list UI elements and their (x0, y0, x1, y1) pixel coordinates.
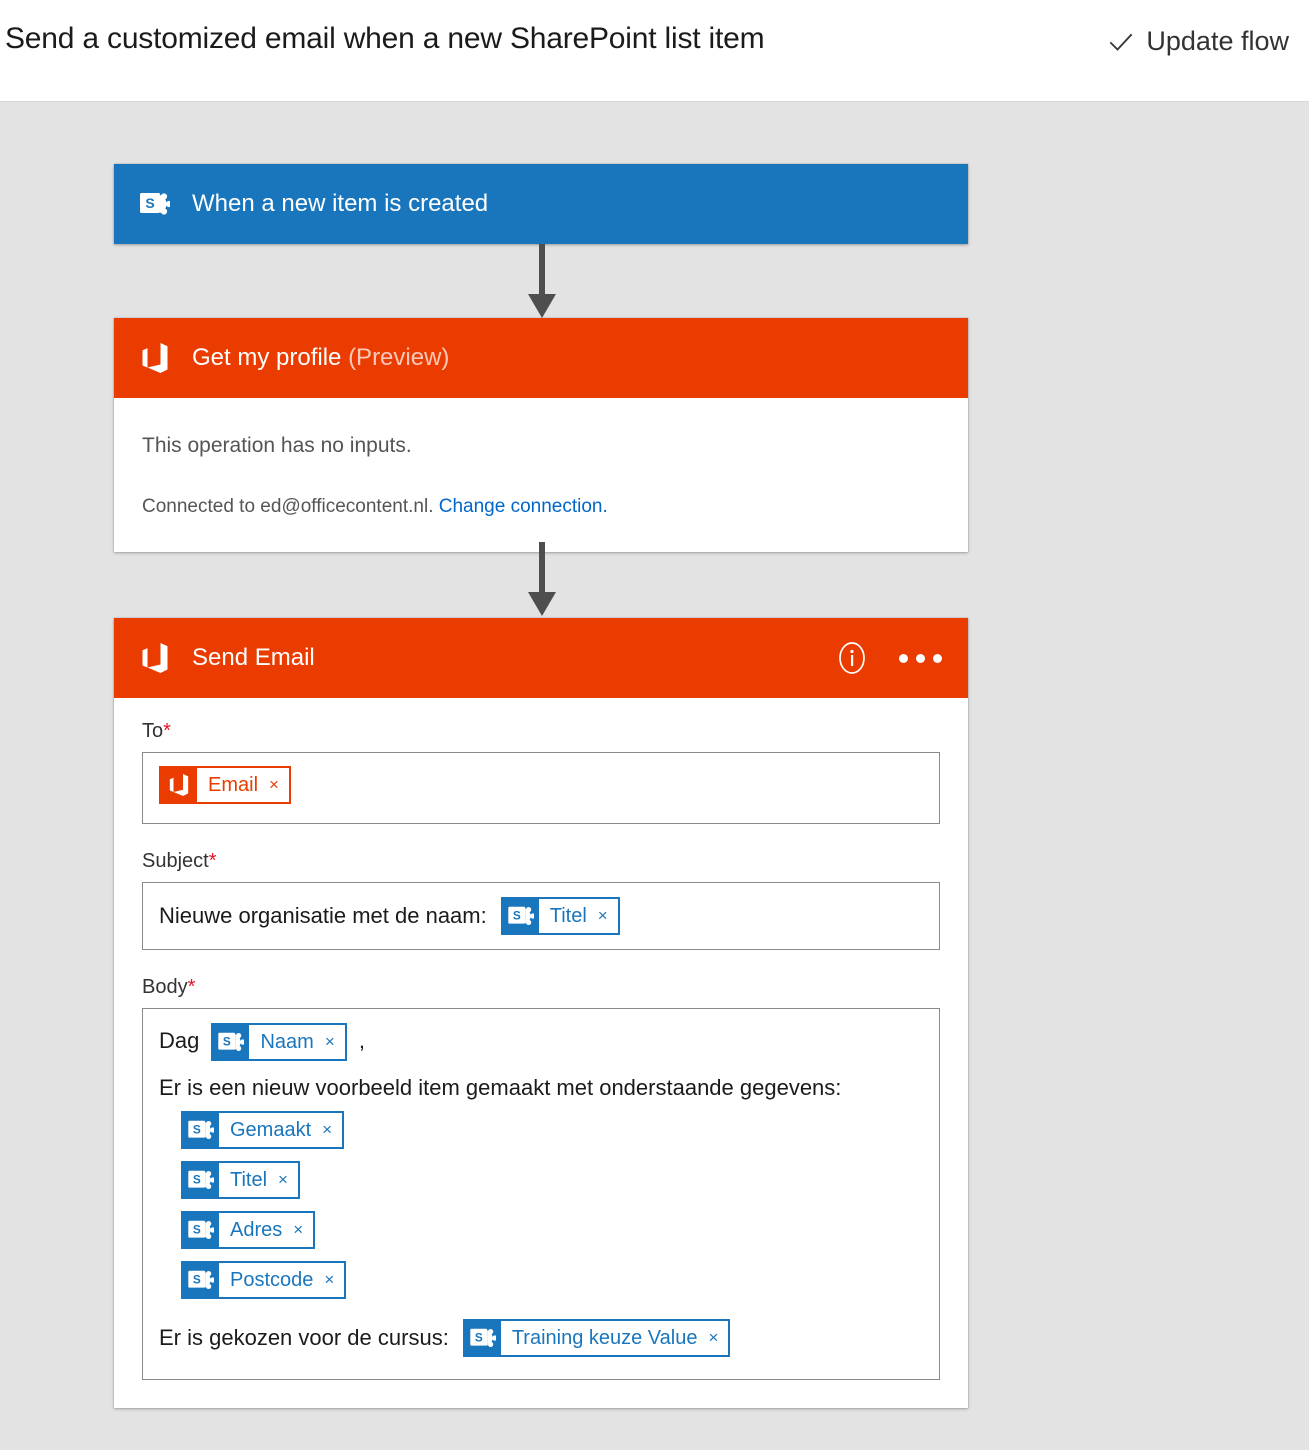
sharepoint-icon: S (183, 1213, 219, 1247)
connected-to-text: Connected to ed@officecontent.nl. (142, 496, 434, 517)
connector-arrow-1 (527, 244, 557, 320)
token-email[interactable]: Email × (159, 766, 291, 804)
svg-text:S: S (475, 1330, 483, 1344)
no-inputs-text: This operation has no inputs. (142, 434, 412, 457)
token-adres[interactable]: S Adres × (181, 1211, 316, 1249)
token-titel-body[interactable]: S Titel × (181, 1161, 300, 1199)
token-training-keuze-value[interactable]: S Training keuze Value × (462, 1319, 731, 1357)
send-email-header-actions (835, 618, 946, 698)
token-titel-subject[interactable]: S Titel × (500, 897, 620, 935)
svg-text:S: S (193, 1122, 201, 1136)
connection-status: Connected to ed@officecontent.nl. Change… (114, 458, 968, 552)
token-remove-icon[interactable]: × (322, 1120, 332, 1140)
sharepoint-icon: S (183, 1113, 219, 1147)
send-email-card-title: Send Email (192, 644, 315, 671)
sharepoint-icon: S (213, 1025, 250, 1059)
token-remove-icon[interactable]: × (325, 1025, 335, 1059)
token-gemaakt[interactable]: S Gemaakt × (181, 1111, 345, 1149)
flow-card-send-email[interactable]: Send Email To* Email × Subject* Nieuwe o… (114, 618, 968, 1408)
page-title: Send a customized email when a new Share… (5, 22, 765, 55)
flow-card-trigger[interactable]: S When a new item is created (114, 164, 968, 244)
svg-text:S: S (513, 908, 521, 922)
trigger-card-title: When a new item is created (192, 190, 489, 217)
body-greeting-suffix: , (358, 1027, 366, 1053)
svg-text:S: S (223, 1034, 231, 1048)
body-input[interactable]: Dag S Naam × , Er is een nieuw voorbeeld… (142, 1008, 940, 1380)
token-label: Titel (549, 904, 587, 927)
token-postcode[interactable]: S Postcode × (181, 1261, 347, 1299)
field-subject-label: Subject* (142, 850, 217, 872)
svg-text:S: S (145, 195, 154, 211)
send-email-card-body: To* Email × Subject* Nieuwe organisatie … (114, 720, 968, 1380)
office365-icon (140, 642, 170, 674)
ellipsis-icon[interactable] (895, 646, 946, 671)
body-greeting-line: Dag S Naam × , (159, 1023, 923, 1061)
sharepoint-icon: S (464, 1321, 501, 1355)
token-remove-icon[interactable]: × (708, 1328, 718, 1348)
required-marker: * (208, 850, 217, 872)
update-flow-label: Update flow (1146, 26, 1289, 56)
sharepoint-icon: S (183, 1163, 219, 1197)
token-label: Naam (260, 1031, 314, 1053)
field-to-label: To* (142, 720, 171, 742)
token-remove-icon[interactable]: × (278, 1170, 288, 1190)
sharepoint-icon: S (502, 899, 539, 933)
body-greeting-prefix: Dag (159, 1027, 200, 1053)
subject-input[interactable]: Nieuwe organisatie met de naam: S Titel … (142, 882, 940, 950)
token-label: Email (208, 773, 259, 796)
body-closing-line: Er is gekozen voor de cursus: S Training… (159, 1319, 923, 1357)
required-marker: * (163, 720, 171, 742)
preview-badge: (Preview) (348, 344, 450, 371)
token-label: Adres (230, 1218, 283, 1241)
body-token-list: S Gemaakt × S Titel × S Adres × S Postco… (159, 1111, 923, 1311)
office365-icon (140, 342, 170, 374)
profile-card-header[interactable]: Get my profile (Preview) (114, 318, 968, 398)
flow-card-get-my-profile[interactable]: Get my profile (Preview) This operation … (114, 318, 968, 552)
token-naam[interactable]: S Naam × (211, 1023, 347, 1061)
required-marker: * (187, 976, 196, 998)
app-header: Send a customized email when a new Share… (0, 0, 1309, 102)
token-remove-icon[interactable]: × (293, 1220, 303, 1240)
field-to: To* Email × (114, 720, 968, 824)
to-input[interactable]: Email × (142, 752, 940, 824)
svg-text:S: S (193, 1222, 201, 1236)
change-connection-link[interactable]: Change connection. (439, 496, 608, 517)
svg-text:S: S (193, 1172, 201, 1186)
sharepoint-icon: S (183, 1263, 219, 1297)
profile-card-body: This operation has no inputs. Connected … (114, 398, 968, 552)
token-label: Gemaakt (230, 1118, 312, 1141)
profile-card-title: Get my profile (Preview) (192, 344, 450, 371)
token-remove-icon[interactable]: × (269, 775, 279, 795)
field-body: Body* Dag S Naam × , Er is een nieuw voo… (114, 976, 968, 1380)
token-label: Postcode (230, 1268, 314, 1291)
body-paragraph: Er is een nieuw voorbeeld item gemaakt m… (159, 1075, 842, 1100)
sharepoint-icon: S (140, 191, 170, 217)
trigger-card-header[interactable]: S When a new item is created (114, 164, 968, 244)
info-icon[interactable] (835, 641, 869, 675)
office365-icon (161, 768, 197, 802)
token-remove-icon[interactable]: × (598, 906, 608, 926)
connector-arrow-2 (527, 542, 557, 618)
token-label: Training keuze Value (511, 1326, 698, 1349)
check-icon (1108, 29, 1134, 55)
body-closing-text: Er is gekozen voor de cursus: (159, 1325, 449, 1350)
svg-text:S: S (193, 1272, 201, 1286)
field-subject: Subject* Nieuwe organisatie met de naam:… (114, 850, 968, 950)
token-label: Titel (230, 1168, 268, 1191)
flow-canvas: S When a new item is created Get my prof… (0, 102, 1309, 1450)
subject-static-text: Nieuwe organisatie met de naam: (159, 903, 487, 928)
field-body-label: Body* (142, 976, 196, 998)
send-email-card-header[interactable]: Send Email (114, 618, 968, 698)
token-remove-icon[interactable]: × (324, 1270, 334, 1290)
update-flow-button[interactable]: Update flow (1108, 26, 1289, 57)
